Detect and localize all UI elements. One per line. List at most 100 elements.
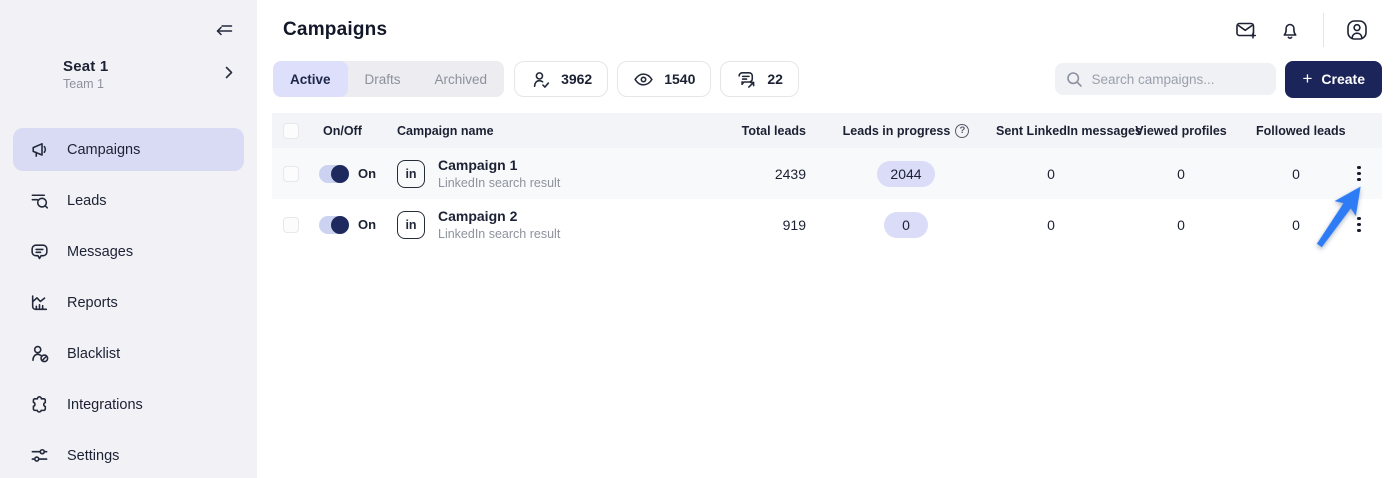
- sent-messages-value: 0: [1047, 165, 1055, 182]
- sidebar-item-label: Messages: [67, 243, 134, 260]
- seat-subtitle: Team 1: [63, 77, 104, 91]
- column-header-total-leads: Total leads: [741, 123, 806, 138]
- mail-plus-icon: [1236, 22, 1257, 39]
- leads-in-progress-badge: 2044: [877, 160, 935, 187]
- sidebar-collapse-button[interactable]: [211, 17, 237, 43]
- user-avatar-icon: [1347, 20, 1367, 40]
- create-button[interactable]: + Create: [1285, 60, 1382, 98]
- sidebar-item-reports[interactable]: Reports: [13, 281, 244, 324]
- stat-chip-leads[interactable]: 3962: [514, 61, 609, 97]
- column-header-viewed-profiles: Viewed profiles: [1135, 123, 1227, 138]
- tab-drafts[interactable]: Drafts: [348, 61, 418, 97]
- campaign-toggle[interactable]: [319, 215, 349, 234]
- chart-icon: [29, 292, 50, 313]
- campaign-status-tabs: Active Drafts Archived: [273, 61, 505, 97]
- new-mail-button[interactable]: [1229, 13, 1263, 47]
- megaphone-icon: [29, 139, 50, 160]
- create-button-label: Create: [1321, 71, 1365, 87]
- row-checkbox[interactable]: [283, 216, 299, 233]
- sidebar-item-label: Integrations: [67, 396, 143, 413]
- sliders-icon: [29, 445, 50, 466]
- toolbar: Active Drafts Archived 3962 1540 22 Sear…: [257, 60, 1394, 98]
- sidebar-item-leads[interactable]: Leads: [13, 179, 244, 222]
- sidebar-item-campaigns[interactable]: Campaigns: [13, 128, 244, 171]
- table-row-campaign-2[interactable]: On in Campaign 2 LinkedIn search result …: [272, 199, 1382, 250]
- row-checkbox[interactable]: [283, 165, 299, 182]
- sidebar-item-integrations[interactable]: Integrations: [13, 383, 244, 426]
- sidebar-item-label: Blacklist: [67, 345, 121, 362]
- sent-messages-value: 0: [1047, 216, 1055, 233]
- tab-active[interactable]: Active: [273, 61, 348, 97]
- total-leads-value: 2439: [774, 165, 806, 182]
- row-actions-menu-button[interactable]: [1350, 159, 1367, 188]
- search-box: [1055, 63, 1277, 95]
- seat-selector[interactable]: Seat 1 Team 1: [0, 58, 257, 91]
- stat-chip-views[interactable]: 1540: [617, 61, 712, 97]
- sidebar-item-blacklist[interactable]: Blacklist: [13, 332, 244, 375]
- sidebar-item-settings[interactable]: Settings: [13, 434, 244, 477]
- main-content: Campaigns Active Drafts Archived 3962 15…: [257, 0, 1394, 478]
- toggle-label: On: [358, 217, 377, 232]
- chevron-right-icon: [225, 66, 233, 79]
- stat-chip-value: 1540: [664, 71, 696, 87]
- row-actions-menu-button[interactable]: [1350, 210, 1367, 239]
- linkedin-icon: in: [397, 210, 425, 239]
- campaign-name: Campaign 2: [438, 208, 518, 225]
- person-check-icon: [533, 71, 550, 88]
- sidebar-item-label: Leads: [67, 192, 107, 209]
- sidebar: Seat 1 Team 1 Campaigns Leads Messages R…: [0, 0, 257, 478]
- search-input[interactable]: [1091, 71, 1266, 87]
- sidebar-item-label: Settings: [67, 447, 120, 464]
- select-all-checkbox[interactable]: [283, 122, 299, 139]
- sidebar-item-messages[interactable]: Messages: [13, 230, 244, 273]
- stat-chip-value: 3962: [561, 71, 593, 87]
- leads-in-progress-badge: 0: [884, 211, 928, 238]
- column-header-sent-messages: Sent LinkedIn messages: [996, 123, 1142, 138]
- stat-chip-messages[interactable]: 22: [720, 61, 799, 97]
- tab-archived[interactable]: Archived: [418, 61, 505, 97]
- campaigns-table: On/Off Campaign name Total leads Leads i…: [272, 113, 1382, 250]
- column-header-name: Campaign name: [397, 123, 494, 138]
- column-header-followed-leads: Followed leads: [1256, 123, 1346, 138]
- linkedin-icon: in: [397, 159, 425, 188]
- message-bubble-icon: [29, 241, 50, 262]
- notifications-button[interactable]: [1273, 13, 1307, 47]
- followed-leads-value: 0: [1292, 165, 1300, 182]
- followed-leads-value: 0: [1292, 216, 1300, 233]
- column-header-leads-in-progress: Leads in progress ?: [816, 123, 996, 138]
- account-button[interactable]: [1340, 13, 1374, 47]
- topbar-actions: [1229, 13, 1374, 47]
- eye-icon: [634, 72, 653, 86]
- message-sent-icon: [738, 71, 755, 88]
- toggle-knob: [331, 215, 349, 234]
- app: Seat 1 Team 1 Campaigns Leads Messages R…: [0, 0, 1394, 478]
- person-block-icon: [29, 343, 50, 364]
- help-icon[interactable]: ?: [955, 123, 970, 138]
- campaign-subtitle: LinkedIn search result: [438, 226, 561, 241]
- campaign-name: Campaign 1: [438, 157, 518, 174]
- sidebar-item-label: Reports: [67, 294, 118, 311]
- table-row-campaign-1[interactable]: On in Campaign 1 LinkedIn search result …: [272, 148, 1382, 199]
- search-icon: [1067, 71, 1083, 87]
- campaign-toggle[interactable]: [319, 164, 349, 183]
- sidebar-nav: Campaigns Leads Messages Reports Blackli…: [0, 128, 257, 477]
- collapse-arrow-icon: [216, 25, 233, 36]
- lead-search-icon: [29, 190, 50, 211]
- bell-icon: [1283, 23, 1297, 39]
- viewed-profiles-value: 0: [1177, 165, 1185, 182]
- campaign-subtitle: LinkedIn search result: [438, 175, 561, 190]
- column-header-onoff: On/Off: [323, 123, 362, 138]
- stat-chip-value: 22: [767, 71, 783, 87]
- stat-chips: 3962 1540 22: [514, 61, 799, 97]
- toggle-knob: [331, 164, 349, 183]
- sidebar-item-label: Campaigns: [67, 141, 141, 158]
- topbar: Campaigns: [257, 0, 1394, 60]
- total-leads-value: 919: [782, 216, 806, 233]
- topbar-divider: [1323, 13, 1324, 47]
- puzzle-icon: [29, 394, 50, 415]
- toggle-label: On: [358, 166, 377, 181]
- plus-icon: +: [1302, 68, 1313, 88]
- page-title: Campaigns: [283, 19, 388, 40]
- seat-title: Seat 1: [63, 58, 109, 75]
- viewed-profiles-value: 0: [1177, 216, 1185, 233]
